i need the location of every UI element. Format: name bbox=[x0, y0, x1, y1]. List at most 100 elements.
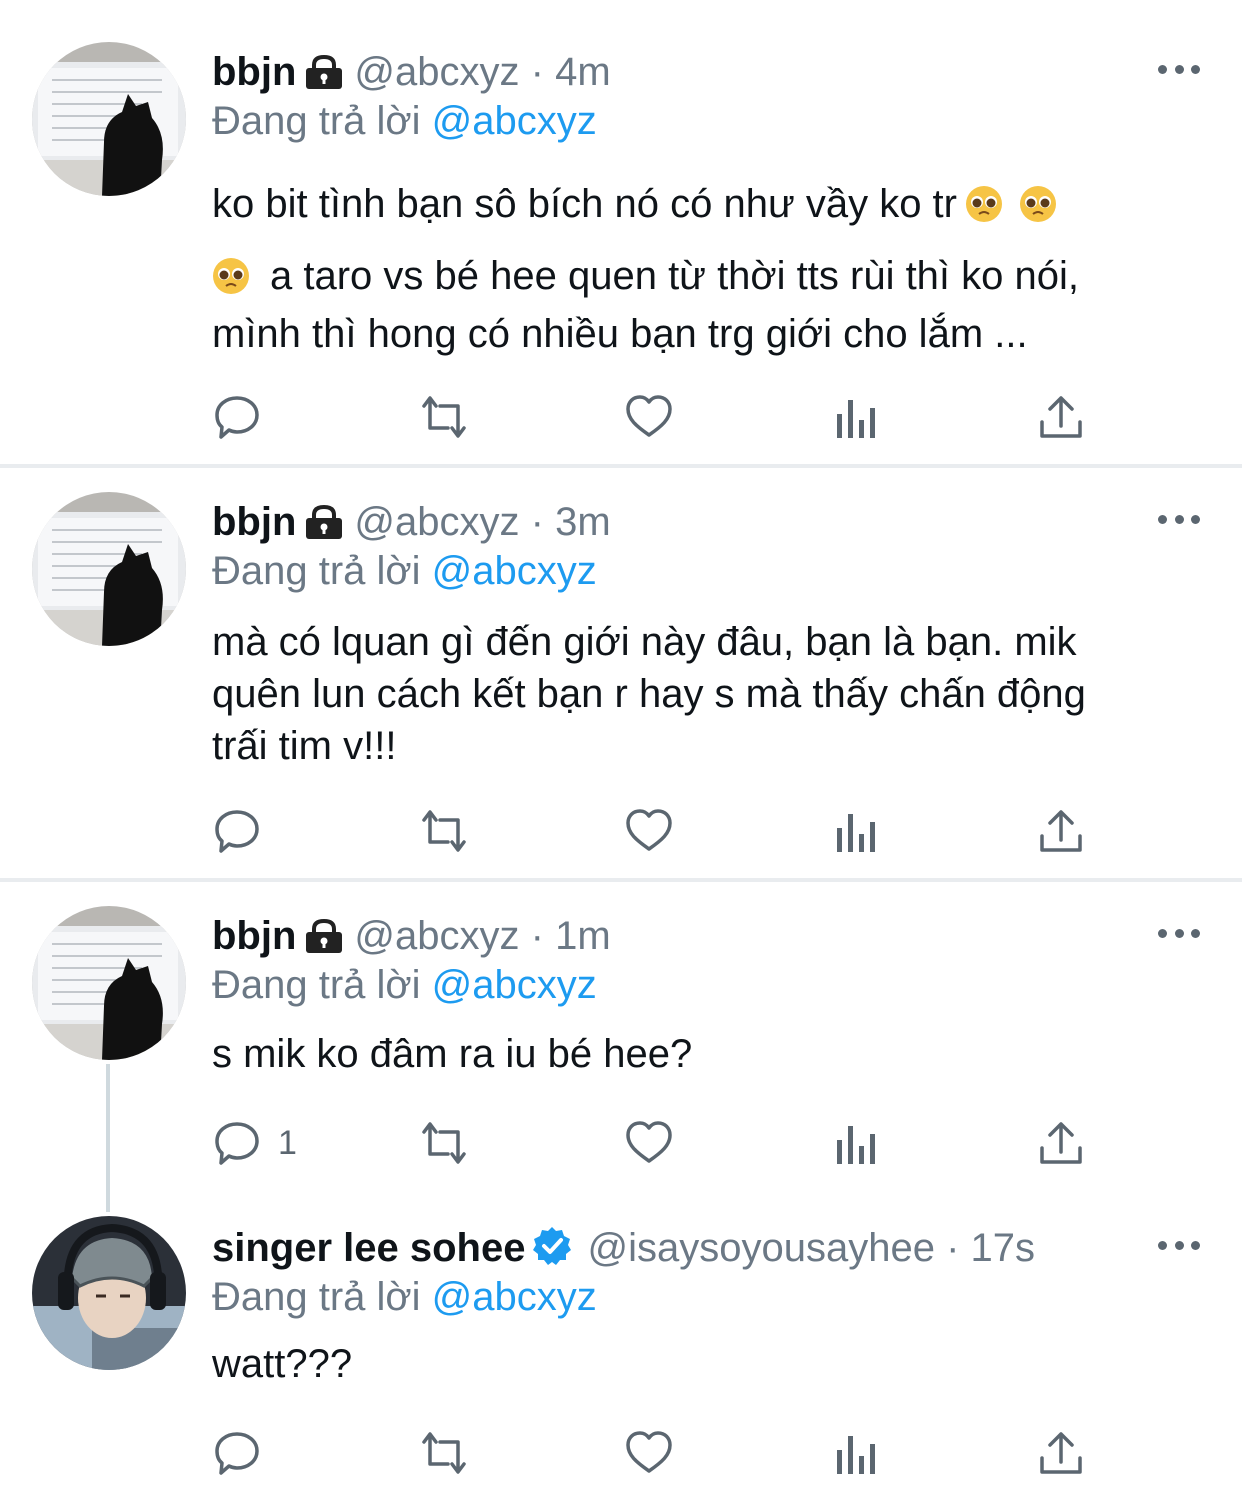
tweet[interactable]: bbjn @abcxyz · 4m Đang trả lời @abcxyz ko… bbox=[0, 0, 1242, 464]
display-name[interactable]: bbjn bbox=[212, 914, 296, 958]
mention-link[interactable]: @abcxyz bbox=[432, 1275, 597, 1319]
tweet-text-line: mình thì hong có nhiều bạn trg giới cho … bbox=[212, 312, 1028, 356]
retweet-button[interactable] bbox=[416, 392, 472, 442]
tweet-text-line: trấi tim v!!! bbox=[212, 724, 397, 768]
tweet-text: mà có lquan gì đến giới này đâu, bạn là … bbox=[212, 616, 1202, 772]
replying-to: Đang trả lời @abcxyz bbox=[212, 1273, 597, 1321]
verified-badge-icon bbox=[531, 1225, 573, 1278]
tweet-text-line: mà có lquan gì đến giới này đâu, bạn là … bbox=[212, 620, 1077, 664]
replying-prefix: Đang trả lời bbox=[212, 549, 421, 593]
avatar[interactable] bbox=[32, 906, 186, 1060]
more-options-icon[interactable] bbox=[1158, 926, 1200, 940]
reply-icon bbox=[212, 1118, 262, 1168]
tweet-text-line: quên lun cách kết bạn r hay s mà thấy ch… bbox=[212, 672, 1086, 716]
retweet-button[interactable] bbox=[416, 1428, 472, 1478]
tweet[interactable]: bbjn @abcxyz · 1m Đang trả lời @abcxyz s … bbox=[0, 882, 1242, 1192]
reply-button[interactable] bbox=[212, 806, 278, 856]
timestamp[interactable]: 17s bbox=[971, 1226, 1036, 1270]
replying-prefix: Đang trả lời bbox=[212, 1275, 421, 1319]
tweet-text: s mik ko đâm ra iu bé hee? bbox=[212, 1028, 1202, 1080]
like-icon bbox=[624, 806, 674, 856]
share-icon bbox=[1038, 1428, 1084, 1478]
views-button[interactable] bbox=[834, 1428, 878, 1478]
action-bar bbox=[212, 1428, 1112, 1478]
like-icon bbox=[624, 1428, 674, 1478]
pleading-face-emoji bbox=[965, 180, 1003, 222]
handle[interactable]: @abcxyz bbox=[354, 50, 519, 94]
handle[interactable]: @isaysoyousayhee bbox=[587, 1226, 934, 1270]
retweet-icon bbox=[416, 392, 472, 442]
display-name[interactable]: bbjn bbox=[212, 50, 296, 94]
views-button[interactable] bbox=[834, 392, 878, 442]
retweet-button[interactable] bbox=[416, 1118, 472, 1168]
mention-link[interactable]: @abcxyz bbox=[432, 99, 597, 143]
pleading-face-emoji bbox=[212, 252, 250, 294]
views-icon bbox=[834, 806, 878, 856]
separator: · bbox=[530, 50, 544, 94]
display-name[interactable]: bbjn bbox=[212, 500, 296, 544]
lock-icon bbox=[304, 52, 344, 100]
replying-to: Đang trả lời @abcxyz bbox=[212, 97, 597, 145]
like-button[interactable] bbox=[624, 1118, 674, 1168]
retweet-icon bbox=[416, 1428, 472, 1478]
replying-to: Đang trả lời @abcxyz bbox=[212, 961, 597, 1009]
share-button[interactable] bbox=[1038, 806, 1084, 856]
like-button[interactable] bbox=[624, 1428, 674, 1478]
retweet-icon bbox=[416, 1118, 472, 1168]
views-icon bbox=[834, 392, 878, 442]
timestamp[interactable]: 1m bbox=[555, 914, 611, 958]
tweet[interactable]: singer lee sohee @isaysoyousayhee · 17s Đ… bbox=[0, 1192, 1242, 1502]
display-name[interactable]: singer lee sohee bbox=[212, 1226, 525, 1270]
tweet-text: ko bit tình bạn sô bích nó có như vầy ko… bbox=[212, 174, 1202, 362]
handle[interactable]: @abcxyz bbox=[354, 914, 519, 958]
lock-icon bbox=[304, 502, 344, 550]
handle[interactable]: @abcxyz bbox=[354, 500, 519, 544]
tweet-text-line: s mik ko đâm ra iu bé hee? bbox=[212, 1032, 693, 1076]
share-icon bbox=[1038, 392, 1084, 442]
share-icon bbox=[1038, 1118, 1084, 1168]
reply-count: 1 bbox=[278, 1123, 297, 1162]
separator: · bbox=[946, 1226, 960, 1270]
share-button[interactable] bbox=[1038, 1428, 1084, 1478]
like-button[interactable] bbox=[624, 806, 674, 856]
retweet-icon bbox=[416, 806, 472, 856]
replying-prefix: Đang trả lời bbox=[212, 99, 421, 143]
avatar[interactable] bbox=[32, 42, 186, 196]
separator: · bbox=[530, 914, 544, 958]
timestamp[interactable]: 3m bbox=[555, 500, 611, 544]
tweet-text-line: a taro vs bé hee quen từ thời tts rùi th… bbox=[270, 254, 1080, 298]
replying-to: Đang trả lời @abcxyz bbox=[212, 547, 597, 595]
views-button[interactable] bbox=[834, 806, 878, 856]
reply-button[interactable]: 1 bbox=[212, 1118, 297, 1168]
like-button[interactable] bbox=[624, 392, 674, 442]
reply-button[interactable] bbox=[212, 392, 278, 442]
action-bar bbox=[212, 806, 1112, 856]
lock-icon bbox=[304, 916, 344, 964]
reply-icon bbox=[212, 1428, 262, 1478]
reply-button[interactable] bbox=[212, 1428, 278, 1478]
more-options-icon[interactable] bbox=[1158, 512, 1200, 526]
action-bar: 1 bbox=[212, 1118, 1112, 1168]
share-icon bbox=[1038, 806, 1084, 856]
action-bar bbox=[212, 392, 1112, 442]
tweet[interactable]: bbjn @abcxyz · 3m Đang trả lời @abcxyz mà… bbox=[0, 468, 1242, 878]
tweet-text: watt??? bbox=[212, 1338, 1202, 1390]
like-icon bbox=[624, 392, 674, 442]
more-options-icon[interactable] bbox=[1158, 1238, 1200, 1252]
reply-icon bbox=[212, 806, 262, 856]
reply-icon bbox=[212, 392, 262, 442]
timestamp[interactable]: 4m bbox=[555, 50, 611, 94]
tweet-text-line: ko bit tình bạn sô bích nó có như vầy ko… bbox=[212, 182, 957, 226]
retweet-button[interactable] bbox=[416, 806, 472, 856]
views-button[interactable] bbox=[834, 1118, 878, 1168]
share-button[interactable] bbox=[1038, 392, 1084, 442]
mention-link[interactable]: @abcxyz bbox=[432, 549, 597, 593]
more-options-icon[interactable] bbox=[1158, 62, 1200, 76]
share-button[interactable] bbox=[1038, 1118, 1084, 1168]
avatar[interactable] bbox=[32, 1216, 186, 1370]
pleading-face-emoji bbox=[1019, 180, 1057, 222]
replying-prefix: Đang trả lời bbox=[212, 963, 421, 1007]
avatar[interactable] bbox=[32, 492, 186, 646]
separator: · bbox=[530, 500, 544, 544]
mention-link[interactable]: @abcxyz bbox=[432, 963, 597, 1007]
